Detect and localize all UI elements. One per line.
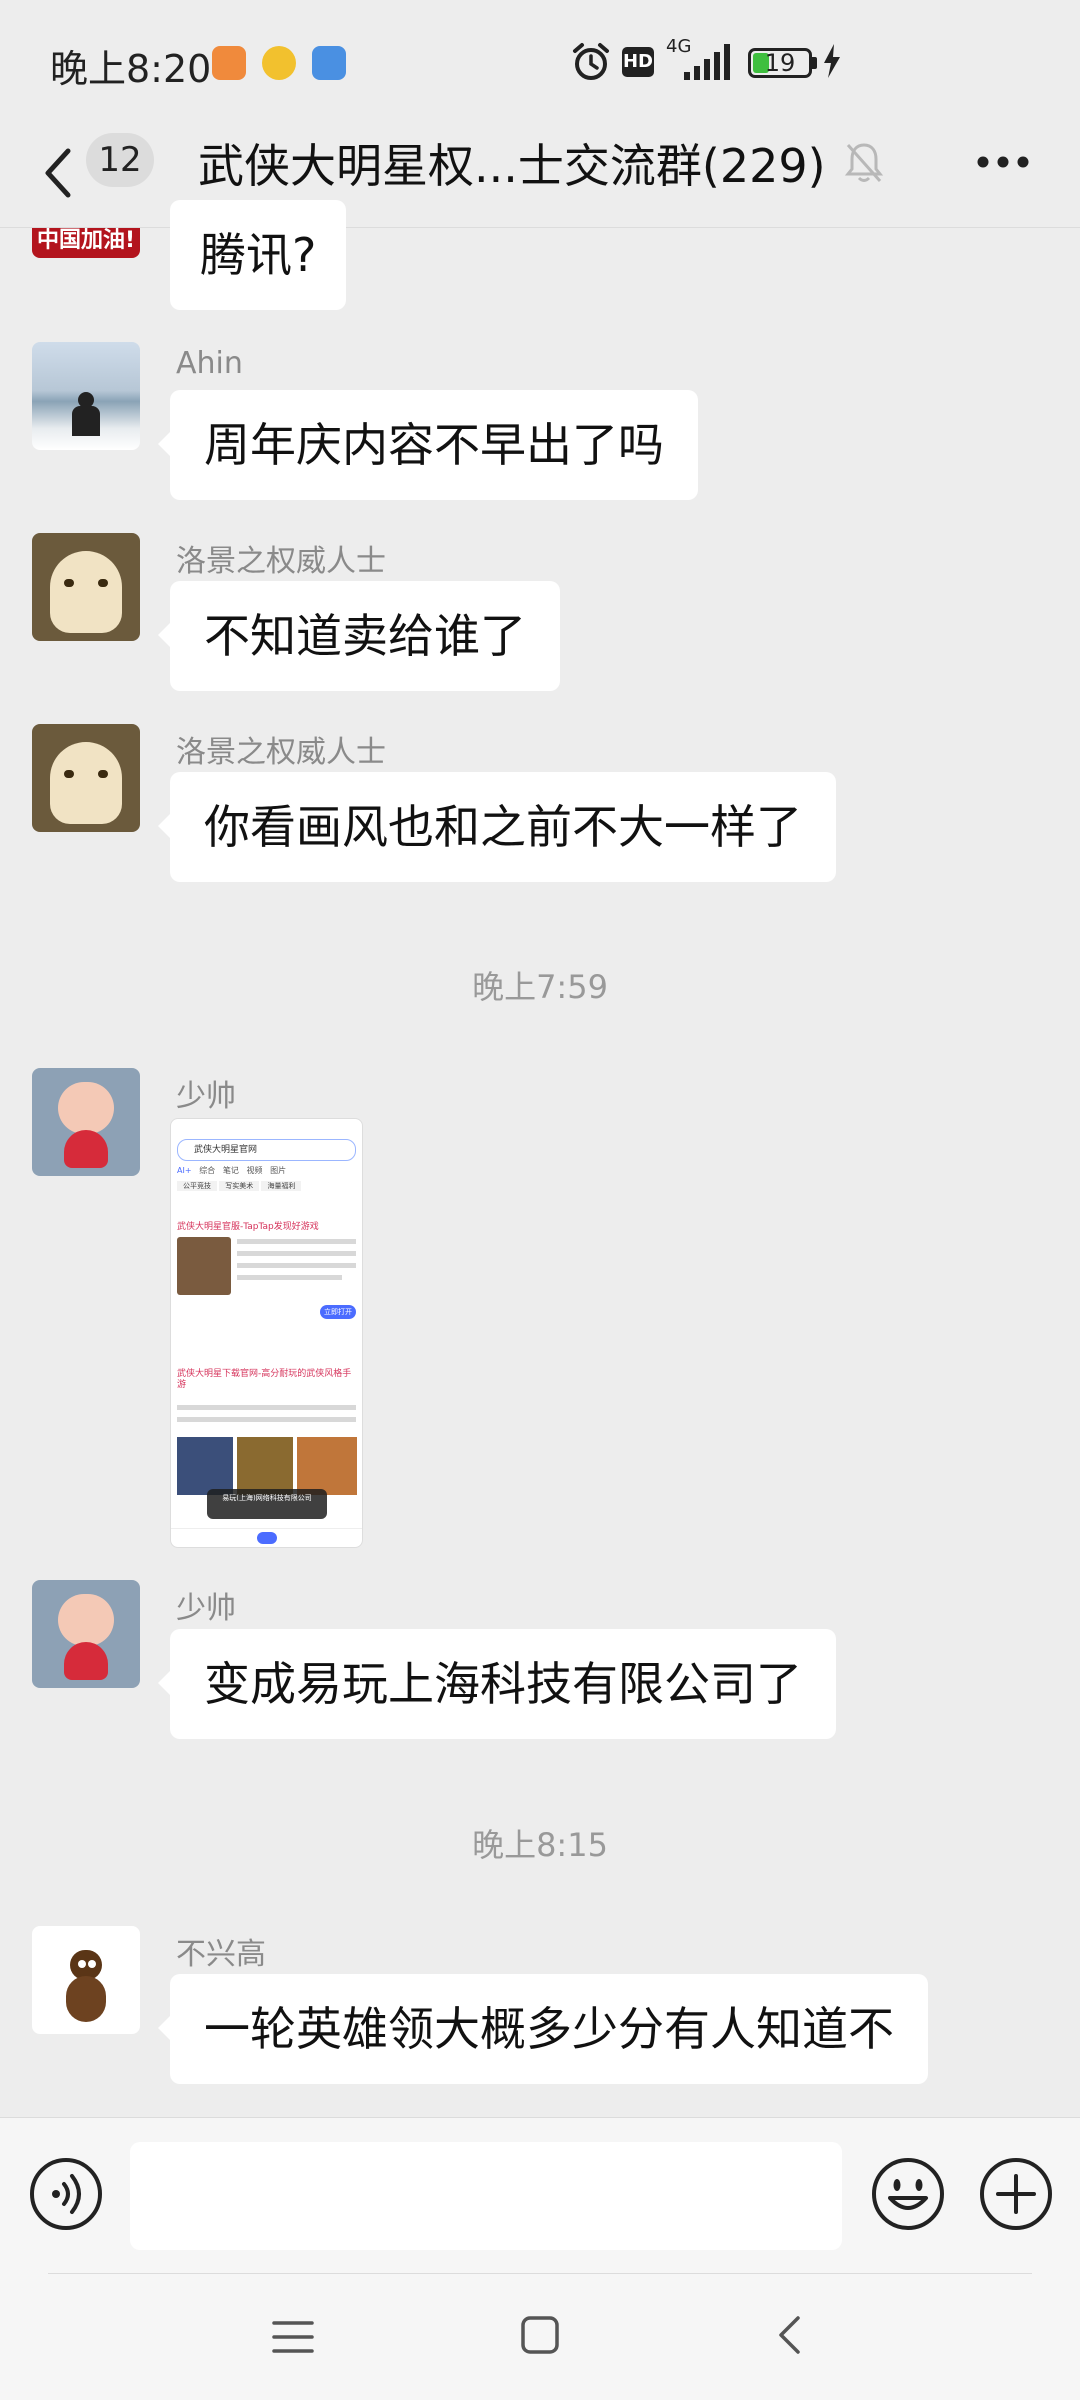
alarm-icon xyxy=(573,43,609,80)
message-text: 你看画风也和之前不大一样了 xyxy=(204,800,802,854)
plus-icon[interactable] xyxy=(978,2156,1054,2232)
message-text: 一轮英雄领大概多少分有人知道不 xyxy=(204,2002,894,2056)
status-time: 晚上8:20 xyxy=(50,47,212,91)
menu-icon[interactable] xyxy=(272,2319,314,2355)
sender-name: 少帅 xyxy=(176,1079,236,1114)
battery-icon: 19 xyxy=(748,48,812,78)
screenshot-open-button: 立即打开 xyxy=(320,1305,356,1319)
screenshot-gallery-image xyxy=(297,1437,357,1495)
hd-badge: HD xyxy=(622,47,654,77)
message-bubble[interactable]: 你看画风也和之前不大一样了 xyxy=(158,772,836,882)
emoji-icon[interactable] xyxy=(870,2156,946,2232)
screenshot-gallery-image xyxy=(237,1437,293,1495)
shared-screenshot-image[interactable]: 武侠大明星官网 AI+ 综合 笔记 视频 图片 公平竞技 写实美术 海量福利 武… xyxy=(170,1118,363,1548)
voice-icon[interactable] xyxy=(28,2156,104,2232)
weibo-icon xyxy=(262,46,296,80)
chevron-left-icon[interactable] xyxy=(38,137,78,209)
battery-level: 19 xyxy=(764,49,796,77)
signal-icon xyxy=(684,44,730,80)
screenshot-search-box: 武侠大明星官网 xyxy=(177,1139,356,1161)
screenshot-text-line xyxy=(237,1251,356,1256)
screenshot-tab: 视频 xyxy=(246,1166,263,1175)
avatar[interactable] xyxy=(32,342,140,450)
screenshot-gallery-image xyxy=(177,1437,233,1495)
screenshot-text-line xyxy=(237,1263,356,1268)
avatar[interactable] xyxy=(32,1068,140,1176)
avatar[interactable] xyxy=(32,533,140,641)
message-bubble[interactable]: 一轮英雄领大概多少分有人知道不 xyxy=(158,1974,928,2084)
screenshot-text-line xyxy=(237,1239,356,1244)
screenshot-game-thumbnail xyxy=(177,1237,231,1295)
message-text: 周年庆内容不早出了吗 xyxy=(204,418,664,472)
bell-off-icon xyxy=(844,143,884,182)
unread-count-badge[interactable]: 12 xyxy=(86,133,154,187)
sender-name: Ahin xyxy=(176,346,243,381)
screenshot-text-line xyxy=(177,1405,356,1410)
message-bubble[interactable]: 变成易玩上海科技有限公司了 xyxy=(158,1629,836,1739)
charging-icon xyxy=(824,44,840,78)
screenshot-chips: 公平竞技 写实美术 海量福利 xyxy=(177,1181,356,1195)
screenshot-tabs: AI+ 综合 笔记 视频 图片 xyxy=(177,1165,356,1177)
message-text: 腾讯? xyxy=(200,228,317,282)
message-input[interactable] xyxy=(130,2142,842,2250)
avatar[interactable] xyxy=(32,1926,140,2034)
status-bar: 晚上8:20 HD 4G 19 xyxy=(0,0,1080,125)
screenshot-tab: AI+ xyxy=(177,1166,192,1175)
screenshot-bottom-bar xyxy=(171,1528,362,1547)
message-text: 不知道卖给谁了 xyxy=(204,609,526,663)
screenshot-tab: 综合 xyxy=(199,1166,216,1175)
screenshot-result-title: 武侠大明星官服-TapTap发现好游戏 xyxy=(177,1222,319,1232)
battery-cap xyxy=(812,57,817,69)
sender-name: 洛景之权威人士 xyxy=(176,735,386,770)
message-timestamp: 晚上8:15 xyxy=(472,1826,608,1864)
screenshot-toast: 易玩(上海)网络科技有限公司 xyxy=(207,1489,327,1519)
sender-name: 少帅 xyxy=(176,1591,236,1626)
message-timestamp: 晚上7:59 xyxy=(472,968,608,1006)
more-dots-icon[interactable] xyxy=(976,155,1030,169)
screenshot-chip: 海量福利 xyxy=(261,1181,302,1191)
message-bubble[interactable]: 不知道卖给谁了 xyxy=(158,581,560,691)
app-notification-icon-2 xyxy=(312,46,346,80)
sender-name: 洛景之权威人士 xyxy=(176,544,386,579)
divider xyxy=(48,2273,1032,2274)
message-text: 变成易玩上海科技有限公司了 xyxy=(204,1657,802,1711)
nav-back-icon[interactable] xyxy=(776,2315,802,2355)
chat-header: 12 武侠大明星权...士交流群(229) xyxy=(0,125,1080,228)
avatar[interactable]: 中国加油! xyxy=(32,228,140,258)
message-bubble[interactable]: 周年庆内容不早出了吗 xyxy=(158,390,698,500)
screenshot-tab: 笔记 xyxy=(222,1166,239,1175)
screenshot-chip: 公平竞技 xyxy=(177,1181,217,1191)
app-notification-icon xyxy=(212,46,246,80)
chat-title[interactable]: 武侠大明星权...士交流群(229) xyxy=(198,130,826,196)
avatar[interactable] xyxy=(32,724,140,832)
message-bubble[interactable]: 腾讯? xyxy=(170,200,347,310)
sender-name: 不兴高 xyxy=(176,1937,266,1972)
screenshot-result-title-2: 武侠大明星下载官网-高分耐玩的武侠风格手游 xyxy=(177,1369,352,1390)
message-input-bar xyxy=(0,2117,1080,2274)
screenshot-chip: 写实美术 xyxy=(219,1181,260,1191)
home-icon[interactable] xyxy=(520,2315,560,2355)
screenshot-text-line xyxy=(237,1275,342,1280)
avatar[interactable] xyxy=(32,1580,140,1688)
system-navigation-bar xyxy=(0,2273,1080,2400)
screenshot-text-line xyxy=(177,1417,356,1422)
screenshot-tab: 图片 xyxy=(270,1166,287,1175)
